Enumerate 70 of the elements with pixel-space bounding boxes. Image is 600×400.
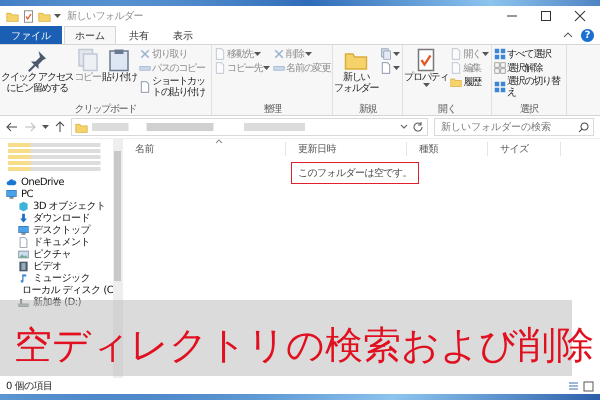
status-text: 0 個の項目 [6,380,53,393]
copy-icon [76,48,100,72]
dropdown-caret-icon [400,124,408,130]
ribbon-tab[interactable]: 共有 [118,26,160,44]
nav-item[interactable]: OneDrive [6,176,113,188]
back-arrow-icon[interactable] [6,122,18,132]
desktop-icon [18,224,29,236]
ribbon-button[interactable]: 貼り付け [102,47,137,102]
ribbon-group-label: クリップボード [74,102,138,115]
up-arrow-icon[interactable] [55,121,65,133]
column-header[interactable]: 更新日時 [286,142,407,156]
picture-icon [18,248,29,260]
nav-item[interactable]: PC [6,188,113,200]
nav-item[interactable]: デスクトップ [6,224,113,236]
search-icon[interactable] [578,122,589,132]
ribbon-group-label: 整理 [262,103,282,115]
large-icons-view-icon[interactable] [583,380,594,392]
collapse-ribbon-icon[interactable] [563,31,573,39]
document-icon [18,236,29,248]
empty-folder-message: このフォルダーは空です。 [291,162,419,184]
computer-icon [6,188,17,200]
nav-item[interactable]: ダウンロード [6,212,113,224]
ribbon-group-label: 選択 [519,103,540,115]
ribbon-button[interactable]: 履歴 [449,75,490,89]
nav-item[interactable]: 新加卷 (D:) [6,296,113,308]
ribbon-tab[interactable]: ホーム [64,26,116,44]
refresh-icon[interactable] [412,121,424,133]
nav-item[interactable]: 3D オブジェクト [6,200,113,212]
select-none-icon [494,62,506,74]
download-icon [18,212,29,224]
ribbon-group-label: 開く [437,103,457,115]
nav-item[interactable]: ピクチャ [6,248,113,260]
cloud-icon [6,176,17,188]
column-header[interactable]: 名前 [123,142,286,156]
help-button[interactable]: ? [581,28,594,42]
clipboard-icon [107,48,132,72]
ribbon-button[interactable]: 新しい フォルダー [334,47,378,102]
disk-icon [18,296,29,308]
column-header[interactable]: 種類 [407,142,488,156]
cube-icon [18,200,29,212]
file-tab[interactable]: ファイル [0,26,62,44]
delete-icon [273,48,286,60]
sort-caret-icon [215,139,223,144]
nav-item[interactable]: ローカル ディスク (C [6,284,113,296]
ribbon-button[interactable]: 選択解除 [492,61,565,75]
close-icon[interactable] [574,10,586,22]
banner-title: 空ディレクトリの検索および削除 [14,325,594,365]
recent-caret-icon [42,124,49,130]
ribbon-button[interactable]: 選択の切り替え [492,75,565,99]
ribbon-button[interactable]: クイック アクセス にピン留めする [1,47,74,102]
window-title: 新しいフォルダー [67,10,143,23]
music-note-icon [18,272,29,284]
nav-item[interactable]: ミュージック [6,272,113,284]
ribbon-button[interactable]: プロパティ [404,47,448,102]
caret-icon [54,14,61,18]
properties-icon [22,10,35,22]
ribbon-button[interactable]: すべて選択 [492,47,565,61]
ribbon-button[interactable] [379,47,402,61]
nav-item[interactable]: ドキュメント [6,236,113,248]
nav-item[interactable]: ビデオ [6,260,113,272]
ribbon-button[interactable]: ショートカットの貼り付け [138,75,210,99]
ribbon-button[interactable] [379,61,402,75]
select-all-icon [494,48,506,60]
search-field[interactable]: 新しいフォルダーの検索 [434,118,594,136]
details-view-icon[interactable] [568,380,579,392]
column-header[interactable]: サイズ [488,142,561,156]
maximize-icon[interactable] [540,10,552,22]
video-icon [18,260,29,272]
ribbon-tab[interactable]: 表示 [162,26,204,44]
ribbon-group-label: 新規 [358,102,378,115]
